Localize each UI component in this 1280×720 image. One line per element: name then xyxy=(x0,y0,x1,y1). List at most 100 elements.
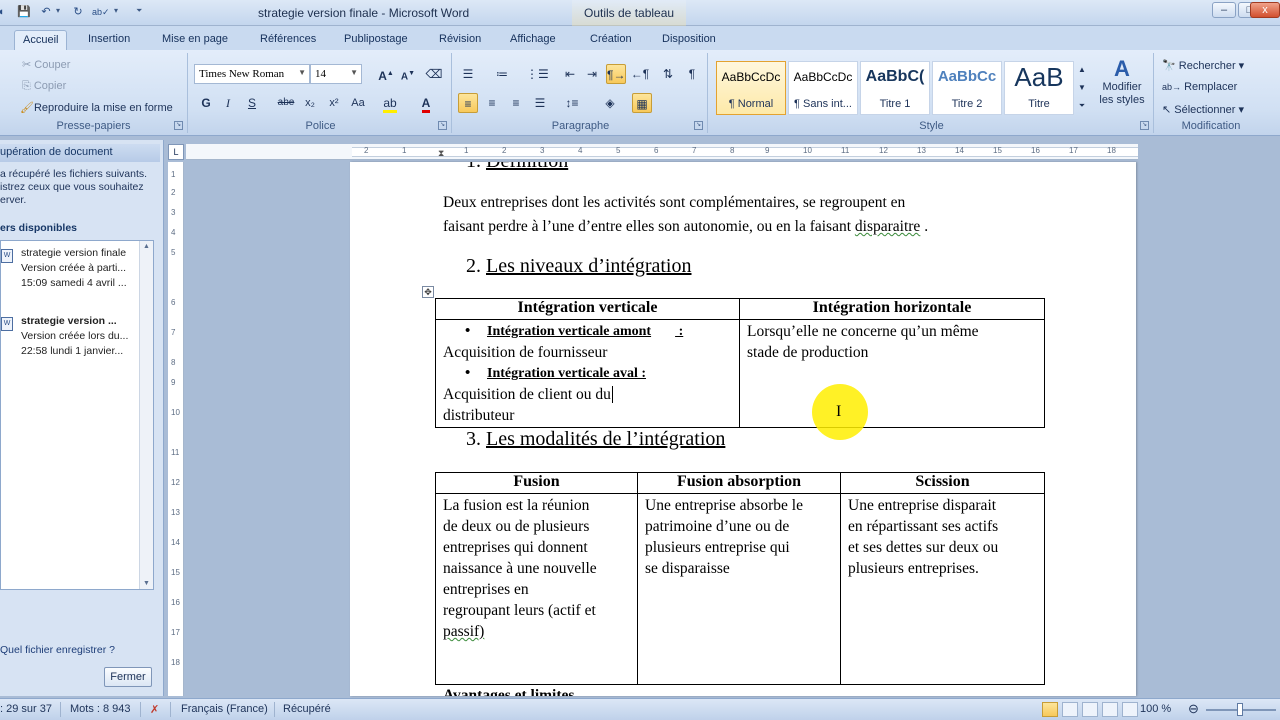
tab-accueil[interactable]: Accueil xyxy=(14,30,68,50)
align-right-icon[interactable]: ≡ xyxy=(506,93,526,113)
style-sans-interligne[interactable]: AaBbCcDc ¶ Sans int... xyxy=(788,61,858,115)
select-button[interactable]: ↖ Sélectionner ▾ xyxy=(1162,103,1244,116)
proofing-error-icon[interactable]: ✗ xyxy=(150,703,159,716)
tab-stop-selector[interactable]: L xyxy=(168,144,184,160)
recovered-file-item[interactable]: W strategie version finale Version créée… xyxy=(1,245,139,297)
shrink-font-icon[interactable]: A▼ xyxy=(398,64,418,84)
integration-table[interactable]: Intégration verticale Intégration horizo… xyxy=(435,298,1045,428)
align-left-icon[interactable]: ≡ xyxy=(458,93,478,113)
spelling-error-word[interactable]: disparaitre xyxy=(855,218,920,235)
font-launcher-icon[interactable]: ↘ xyxy=(438,121,447,130)
save-icon[interactable]: 💾 xyxy=(16,4,32,20)
strikethrough-button[interactable]: abe xyxy=(276,93,296,113)
ltr-direction-icon[interactable]: ¶→ xyxy=(606,64,626,84)
styles-launcher-icon[interactable]: ↘ xyxy=(1140,121,1149,130)
numbering-icon[interactable]: ≔ xyxy=(492,64,512,84)
word-count[interactable]: Mots : 8 943 xyxy=(70,703,131,715)
tab-disposition[interactable]: Disposition xyxy=(654,30,724,50)
web-layout-icon[interactable] xyxy=(1082,702,1098,717)
replace-button[interactable]: ab→ Remplacer xyxy=(1162,81,1237,93)
table-cell[interactable]: Intégration verticale amont : Acquisitio… xyxy=(435,319,740,428)
vertical-ruler[interactable]: 1 2 3 4 5 6 7 8 9 10 11 12 13 14 15 16 1… xyxy=(168,162,184,696)
scroll-down-icon[interactable]: ▼ xyxy=(143,580,150,587)
tab-affichage[interactable]: Affichage xyxy=(502,30,564,50)
style-titre-2[interactable]: AaBbCc Titre 2 xyxy=(932,61,1002,115)
zoom-slider-thumb[interactable] xyxy=(1237,703,1243,716)
italic-button[interactable]: I xyxy=(218,93,238,113)
print-layout-view-icon[interactable] xyxy=(1042,702,1058,717)
show-marks-icon[interactable]: ¶ xyxy=(682,64,702,84)
clear-formatting-icon[interactable]: ⌫ xyxy=(424,64,444,84)
spelling-icon[interactable]: ab✓ xyxy=(92,4,110,20)
style-normal[interactable]: AaBbCcDc ¶ Normal xyxy=(716,61,786,115)
draft-view-icon[interactable] xyxy=(1122,702,1138,717)
sort-icon[interactable]: ⇅ xyxy=(658,64,678,84)
grow-font-icon[interactable]: A▲ xyxy=(376,64,396,84)
highlight-icon[interactable]: ab xyxy=(380,93,400,113)
tab-publipostage[interactable]: Publipostage xyxy=(336,30,416,50)
decrease-indent-icon[interactable]: ⇤ xyxy=(560,64,580,84)
clipboard-group-label: Presse-papiers xyxy=(56,120,131,132)
table-cell[interactable]: Lorsqu’elle ne concerne qu’un même stade… xyxy=(739,319,1045,428)
paragraph-launcher-icon[interactable]: ↘ xyxy=(694,121,703,130)
bold-button[interactable]: G xyxy=(196,93,216,113)
table-cell[interactable]: Une entreprise absorbe le patrimoine d’u… xyxy=(637,493,841,685)
undo-dropdown-icon[interactable]: ▾ xyxy=(56,6,60,15)
office-button-icon[interactable]: ◖ xyxy=(0,4,6,20)
change-styles-button[interactable]: A Modifier les styles xyxy=(1096,57,1148,107)
multilevel-list-icon[interactable]: ⋮☰ xyxy=(526,64,549,84)
help-link[interactable]: Quel fichier enregistrer ? xyxy=(0,644,115,656)
customize-quick-access-icon[interactable]: ⏷ xyxy=(136,6,142,16)
tab-revision[interactable]: Révision xyxy=(431,30,489,50)
zoom-level[interactable]: 100 % xyxy=(1140,703,1171,715)
underline-button[interactable]: S xyxy=(242,93,262,113)
tab-creation[interactable]: Création xyxy=(582,30,640,50)
find-button[interactable]: 🔭 Rechercher ▾ xyxy=(1162,59,1244,72)
close-pane-button[interactable]: Fermer xyxy=(104,667,152,687)
justify-icon[interactable]: ☰ xyxy=(530,93,550,113)
files-list-scrollbar[interactable]: ▲ ▼ xyxy=(139,241,153,589)
table-cell[interactable]: La fusion est la réunion de deux ou de p… xyxy=(435,493,638,685)
tab-mise-en-page[interactable]: Mise en page xyxy=(154,30,236,50)
format-painter-button[interactable]: 🖌Reproduire la mise en forme xyxy=(20,101,173,114)
cut-button[interactable]: ✂ Couper xyxy=(22,58,70,71)
rtl-direction-icon[interactable]: ←¶ xyxy=(630,64,650,84)
style-titre-1[interactable]: AaBbC( Titre 1 xyxy=(860,61,930,115)
page-count[interactable]: : 29 sur 37 xyxy=(0,703,52,715)
redo-icon[interactable]: ↻ xyxy=(70,4,86,20)
line-spacing-icon[interactable]: ↕≡ xyxy=(562,93,582,113)
outline-view-icon[interactable] xyxy=(1102,702,1118,717)
styles-scroll-icon[interactable]: ▲ ▼ ⏷ xyxy=(1076,61,1088,115)
language-indicator[interactable]: Français (France) xyxy=(181,703,268,715)
recovered-file-item[interactable]: W strategie version ... Version créée lo… xyxy=(1,313,139,365)
minimize-button[interactable]: – xyxy=(1212,2,1236,18)
font-size-combo[interactable]: 14 ▼ xyxy=(310,64,362,84)
bullets-icon[interactable]: ☰ xyxy=(458,64,478,84)
zoom-out-icon[interactable]: ⊖ xyxy=(1188,701,1199,717)
table-move-handle-icon[interactable]: ✥ xyxy=(422,286,434,298)
borders-icon[interactable]: ▦ xyxy=(632,93,652,113)
scroll-up-icon[interactable]: ▲ xyxy=(143,243,150,250)
clipboard-launcher-icon[interactable]: ↘ xyxy=(174,121,183,130)
tab-references[interactable]: Références xyxy=(252,30,324,50)
font-family-combo[interactable]: Times New Roman ▼ xyxy=(194,64,310,84)
close-button[interactable]: x xyxy=(1250,2,1280,18)
modalites-table[interactable]: Fusion Fusion absorption Scission La fus… xyxy=(435,472,1045,685)
full-screen-reading-icon[interactable] xyxy=(1062,702,1078,717)
table-cell[interactable]: Une entreprise disparait en répartissant… xyxy=(840,493,1045,685)
document-page[interactable]: 1. Définition Deux entreprises dont les … xyxy=(350,162,1136,696)
style-titre[interactable]: AaB Titre xyxy=(1004,61,1074,115)
align-center-icon[interactable]: ≡ xyxy=(482,93,502,113)
copy-button[interactable]: ⎘ Copier xyxy=(22,80,66,93)
font-color-icon[interactable]: A xyxy=(416,93,436,113)
shading-icon[interactable]: ◈ xyxy=(600,93,620,113)
subscript-button[interactable]: x₂ xyxy=(300,93,320,113)
increase-indent-icon[interactable]: ⇥ xyxy=(582,64,602,84)
undo-icon[interactable]: ↶ xyxy=(38,4,54,20)
change-case-button[interactable]: Aa xyxy=(348,93,368,113)
tab-insertion[interactable]: Insertion xyxy=(80,30,138,50)
indent-marker-icon[interactable]: ⧗ xyxy=(438,148,444,159)
horizontal-ruler[interactable]: 2 1 1 2 3 4 5 6 7 8 9 10 11 12 13 14 15 … xyxy=(186,144,1138,160)
spelling-dropdown-icon[interactable]: ▾ xyxy=(114,6,118,15)
superscript-button[interactable]: x² xyxy=(324,93,344,113)
